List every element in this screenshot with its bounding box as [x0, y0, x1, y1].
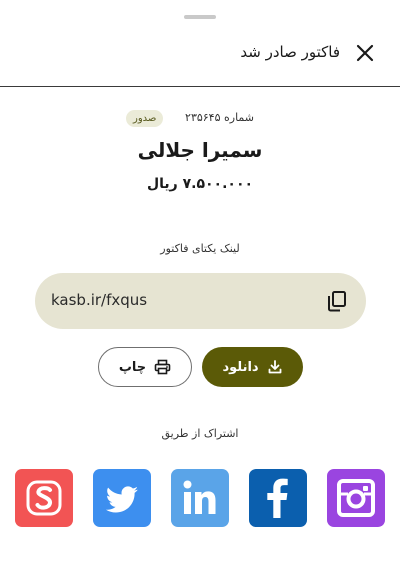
share-instagram-button[interactable] — [327, 469, 385, 527]
twitter-icon — [105, 486, 138, 513]
download-button[interactable]: دانلود — [202, 347, 303, 387]
invoice-meta: شماره ۲۳۵۶۴۵ صدور — [0, 109, 400, 129]
print-label: چاپ — [118, 359, 147, 375]
link-caption: لینک یکتای فاکتور — [160, 242, 240, 255]
sms-icon — [26, 480, 62, 516]
bottom-sheet: فاکتور صادر شد شماره ۲۳۵۶۴۵ صدور سمیرا ج… — [0, 0, 400, 567]
facebook-icon — [267, 478, 288, 518]
download-icon — [268, 360, 281, 374]
download-label: دانلود — [222, 359, 259, 375]
instagram-icon — [337, 479, 375, 517]
copy-icon — [328, 291, 346, 312]
invoice-link-field[interactable]: kasb.ir/fxqus — [35, 273, 366, 329]
sheet-header: فاکتور صادر شد — [0, 36, 400, 72]
close-icon — [356, 44, 374, 62]
share-linkedin-button[interactable] — [171, 469, 229, 527]
print-button[interactable]: چاپ — [98, 347, 192, 387]
copy-link-button[interactable] — [326, 290, 348, 312]
drag-handle[interactable] — [184, 15, 216, 19]
status-badge: صدور — [126, 110, 164, 127]
close-button[interactable] — [354, 42, 376, 64]
share-facebook-button[interactable] — [249, 469, 307, 527]
customer-name: سمیرا جلالی — [137, 138, 263, 162]
invoice-link-text[interactable]: kasb.ir/fxqus — [51, 291, 147, 309]
share-caption: اشتراک از طریق — [161, 427, 239, 440]
share-twitter-button[interactable] — [93, 469, 151, 527]
printer-icon — [154, 359, 171, 375]
linkedin-icon — [183, 480, 216, 514]
invoice-amount: ۷.۵۰۰.۰۰۰ ریال — [146, 176, 254, 192]
sheet-title: فاکتور صادر شد — [240, 43, 340, 61]
header-divider — [0, 86, 400, 87]
invoice-number: شماره ۲۳۵۶۴۵ — [185, 111, 254, 124]
share-sms-button[interactable] — [15, 469, 73, 527]
